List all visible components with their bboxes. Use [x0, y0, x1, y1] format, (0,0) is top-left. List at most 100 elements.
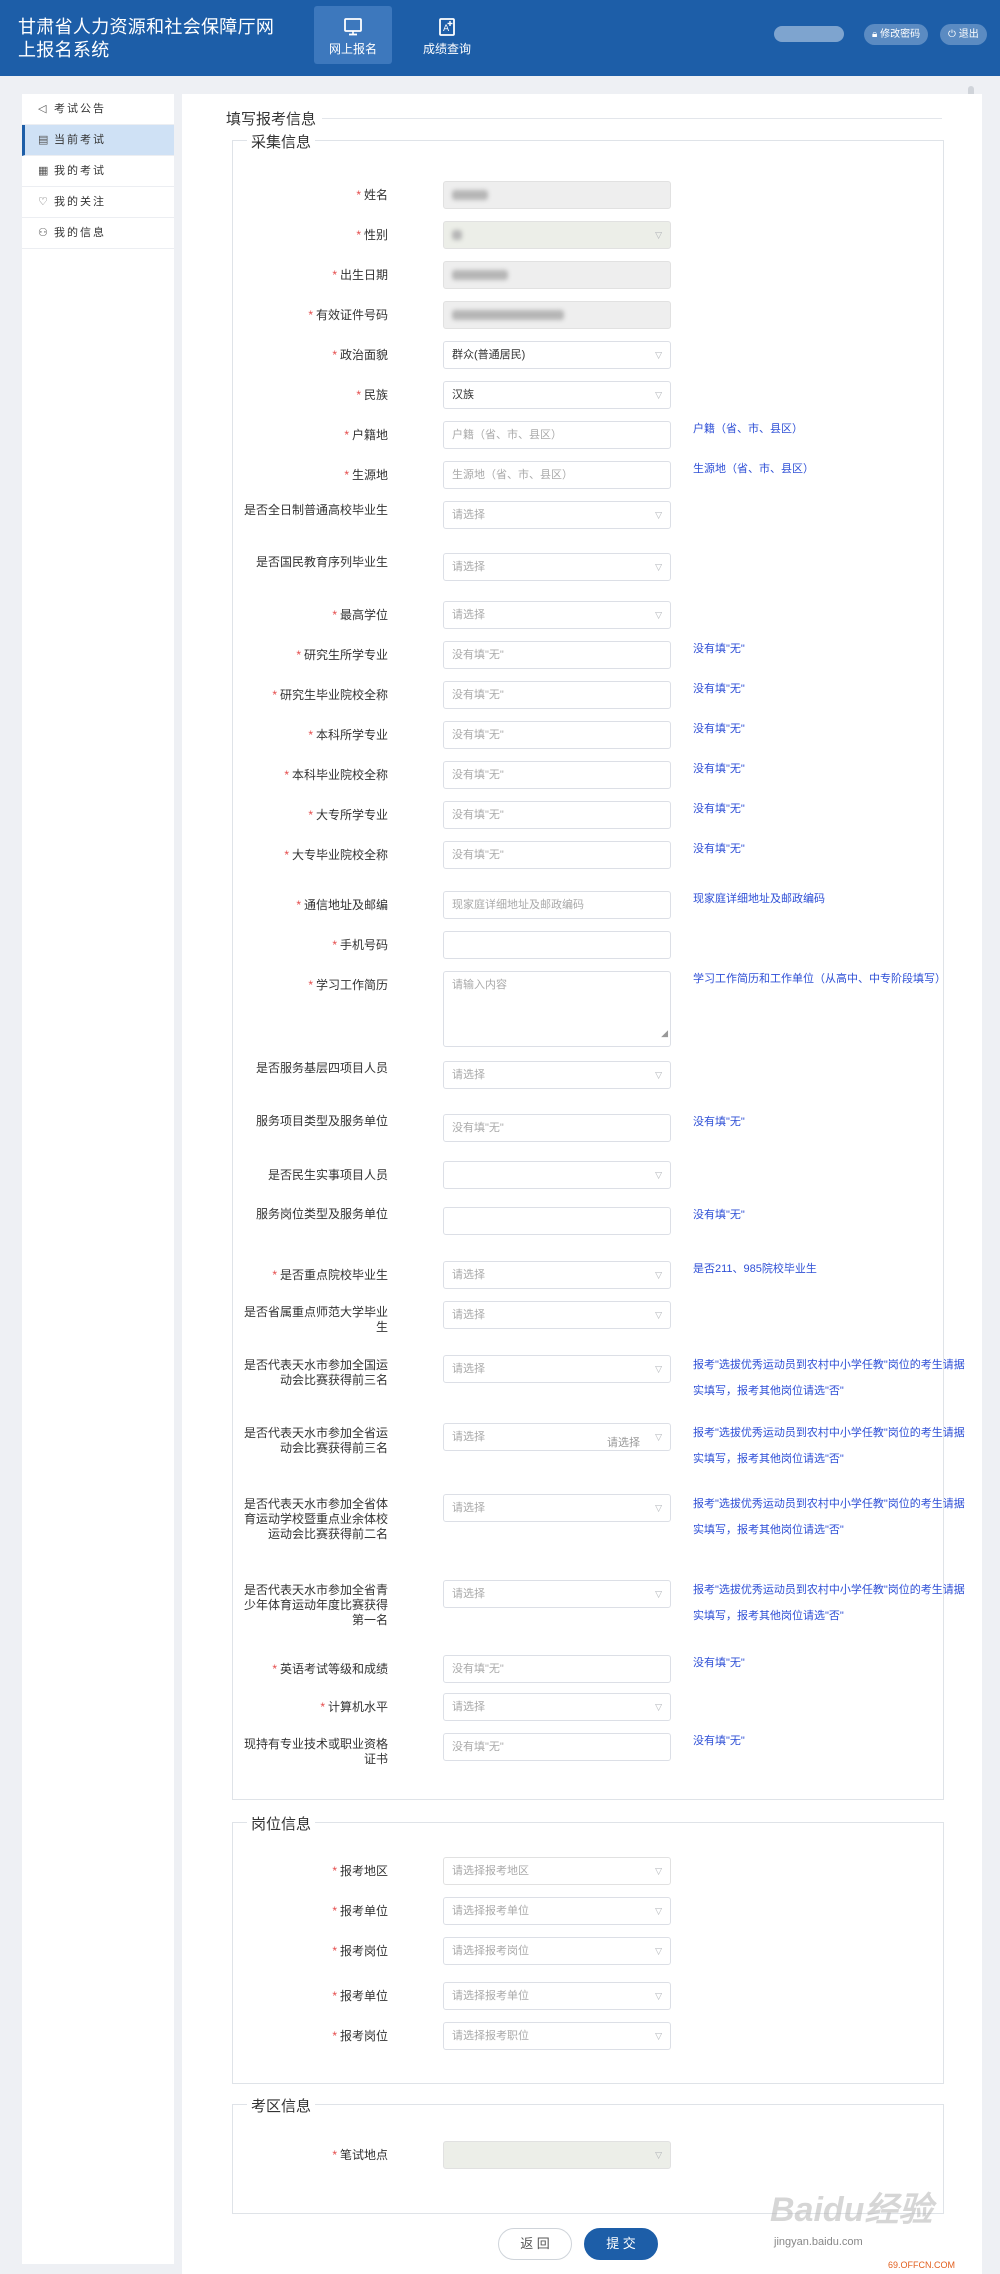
service-type-input[interactable]: 没有填"无": [443, 1114, 671, 1142]
college-major-input[interactable]: 没有填"无": [443, 801, 671, 829]
highest-degree-select[interactable]: 请选择 ▽: [443, 601, 671, 629]
livelihood-select[interactable]: ▽: [443, 1161, 671, 1189]
chevron-down-icon: ▽: [655, 1946, 662, 1956]
chevron-down-icon: ▽: [655, 1991, 662, 2001]
site-title: 甘肃省人力资源和社会保障厅网 上报名系统: [18, 16, 318, 62]
key-univ-label: * 是否重点院校毕业生: [272, 1268, 388, 1282]
political-status-select[interactable]: 群众(普通居民) ▽: [443, 341, 671, 369]
submit-button[interactable]: 提 交: [584, 2228, 658, 2260]
national-edu-select[interactable]: 请选择 ▽: [443, 553, 671, 581]
college-school-input[interactable]: 没有填"无": [443, 841, 671, 869]
grad-school-label: * 研究生毕业院校全称: [272, 688, 388, 702]
position-region-select[interactable]: 请选择报考地区 ▽: [443, 1857, 671, 1885]
sidebar-item-my-follows[interactable]: ♡ 我的关注: [22, 187, 174, 218]
normal-univ-select[interactable]: 请选择 ▽: [443, 1301, 671, 1329]
exam-location-select[interactable]: ▽: [443, 2141, 671, 2169]
ethnicity-select[interactable]: 汉族 ▽: [443, 381, 671, 409]
phone-input[interactable]: [443, 931, 671, 959]
origin-label: * 生源地: [344, 468, 388, 482]
computer-select[interactable]: 请选择 ▽: [443, 1693, 671, 1721]
resume-hint: 学习工作简历和工作单位（从高中、中专阶段填写）: [693, 973, 946, 985]
list-icon: ▦: [38, 164, 49, 177]
chevron-down-icon: ▽: [655, 1589, 662, 1599]
tab-online-registration[interactable]: 网上报名: [314, 6, 392, 64]
baidu-watermark-url: jingyan.baidu.com: [774, 2236, 863, 2248]
sports-youth-label: 是否代表天水市参加全省青少年体育运动年度比赛获得第一名: [243, 1583, 388, 1627]
bachelor-major-input[interactable]: 没有填"无": [443, 721, 671, 749]
birth-date-field[interactable]: [443, 261, 671, 289]
sports-youth-select[interactable]: 请选择 ▽: [443, 1580, 671, 1608]
tab-score-query[interactable]: A 成绩查询: [408, 6, 486, 64]
power-icon: ⏻: [948, 29, 959, 40]
sports-school-label: 是否代表天水市参加全省体育运动学校暨重点业余体校运动会比赛获得前二名: [243, 1497, 388, 1541]
resume-textarea[interactable]: 请输入内容 ◢: [443, 971, 671, 1047]
key-univ-hint: 是否211、985院校毕业生: [693, 1263, 817, 1275]
key-univ-select[interactable]: 请选择 ▽: [443, 1261, 671, 1289]
chevron-down-icon: ▽: [655, 562, 662, 572]
sidebar-item-current-exam[interactable]: ▤ 当前考试: [22, 125, 174, 156]
origin-input[interactable]: 生源地（省、市、县区）: [443, 461, 671, 489]
bachelor-major-label: * 本科所学专业: [308, 728, 388, 742]
document-icon: ▤: [38, 133, 49, 146]
chevron-down-icon: ▽: [655, 1364, 662, 1374]
college-major-label: * 大专所学专业: [308, 808, 388, 822]
change-password-button[interactable]: 🔒︎ 修改密码: [864, 24, 929, 45]
english-input[interactable]: 没有填"无": [443, 1655, 671, 1683]
blurred-value: [452, 190, 488, 201]
sports-province-select[interactable]: 请选择 请选择 ▽: [443, 1423, 671, 1451]
chevron-down-icon: ▽: [655, 1070, 662, 1080]
monitor-icon: [344, 18, 362, 36]
position-post-select[interactable]: 请选择报考岗位 ▽: [443, 1937, 671, 1965]
section-title-position: 岗位信息: [247, 1813, 316, 1834]
service-post-hint: 没有填"无": [693, 1209, 745, 1221]
service-post-label: 服务岗位类型及服务单位: [255, 1207, 388, 1221]
certificate-input[interactable]: 没有填"无": [443, 1733, 671, 1761]
chevron-down-icon: ▽: [655, 1270, 662, 1280]
ethnicity-label: * 民族: [356, 388, 388, 402]
chevron-down-icon: ▽: [655, 230, 662, 240]
address-hint: 现家庭详细地址及邮政编码: [693, 893, 825, 905]
address-label: * 通信地址及邮编: [296, 898, 388, 912]
chevron-down-icon: ▽: [655, 1906, 662, 1916]
id-number-field[interactable]: [443, 301, 671, 329]
grad-major-input[interactable]: 没有填"无": [443, 641, 671, 669]
sidebar-item-label: 我的考试: [54, 164, 106, 177]
sidebar-item-my-exams[interactable]: ▦ 我的考试: [22, 156, 174, 187]
household-hint: 户籍（省、市、县区）: [693, 423, 803, 435]
english-label: * 英语考试等级和成绩: [272, 1662, 388, 1676]
sidebar-item-my-info[interactable]: ⚇ 我的信息: [22, 218, 174, 249]
chevron-down-icon: ▽: [655, 610, 662, 620]
logout-button[interactable]: ⏻ 退出: [940, 24, 987, 45]
position-unit-select[interactable]: 请选择报考单位 ▽: [443, 1897, 671, 1925]
logout-label: 退出: [958, 29, 979, 40]
grassroots-select[interactable]: 请选择 ▽: [443, 1061, 671, 1089]
chevron-down-icon: ▽: [655, 1432, 662, 1442]
position-unit-2-select[interactable]: 请选择报考单位 ▽: [443, 1982, 671, 2010]
position-post-2-select[interactable]: 请选择报考职位 ▽: [443, 2022, 671, 2050]
name-field[interactable]: [443, 181, 671, 209]
chevron-down-icon: ▽: [655, 1310, 662, 1320]
gender-select[interactable]: ▽: [443, 221, 671, 249]
grad-school-input[interactable]: 没有填"无": [443, 681, 671, 709]
grad-major-label: * 研究生所学专业: [296, 648, 388, 662]
chevron-down-icon: ▽: [655, 1702, 662, 1712]
back-button[interactable]: 返 回: [498, 2228, 572, 2260]
fulltime-grad-select[interactable]: 请选择 ▽: [443, 501, 671, 529]
bachelor-school-input[interactable]: 没有填"无": [443, 761, 671, 789]
resize-handle-icon[interactable]: ◢: [661, 1020, 668, 1046]
service-post-input[interactable]: [443, 1207, 671, 1235]
sports-school-select[interactable]: 请选择 ▽: [443, 1494, 671, 1522]
tab-score-query-label: 成绩查询: [422, 42, 471, 56]
sports-national-select[interactable]: 请选择 ▽: [443, 1355, 671, 1383]
user-avatar-name[interactable]: [774, 26, 844, 42]
position-unit-label: * 报考单位: [332, 1904, 388, 1918]
sports-province-hint: 报考"选拔优秀运动员到农村中小学任教"岗位的考生请据 实填写，报考其他岗位请选"否…: [693, 1427, 965, 1465]
grad-major-hint: 没有填"无": [693, 643, 745, 655]
household-input[interactable]: 户籍（省、市、县区）: [443, 421, 671, 449]
sidebar-item-label: 当前考试: [54, 133, 106, 146]
sports-national-hint: 报考"选拔优秀运动员到农村中小学任教"岗位的考生请据 实填写，报考其他岗位请选"否…: [693, 1359, 965, 1397]
address-input[interactable]: 现家庭详细地址及邮政编码: [443, 891, 671, 919]
college-major-hint: 没有填"无": [693, 803, 745, 815]
page-title: 填写报考信息: [220, 108, 323, 129]
sidebar-item-announcements[interactable]: ◁ 考试公告: [22, 94, 174, 125]
